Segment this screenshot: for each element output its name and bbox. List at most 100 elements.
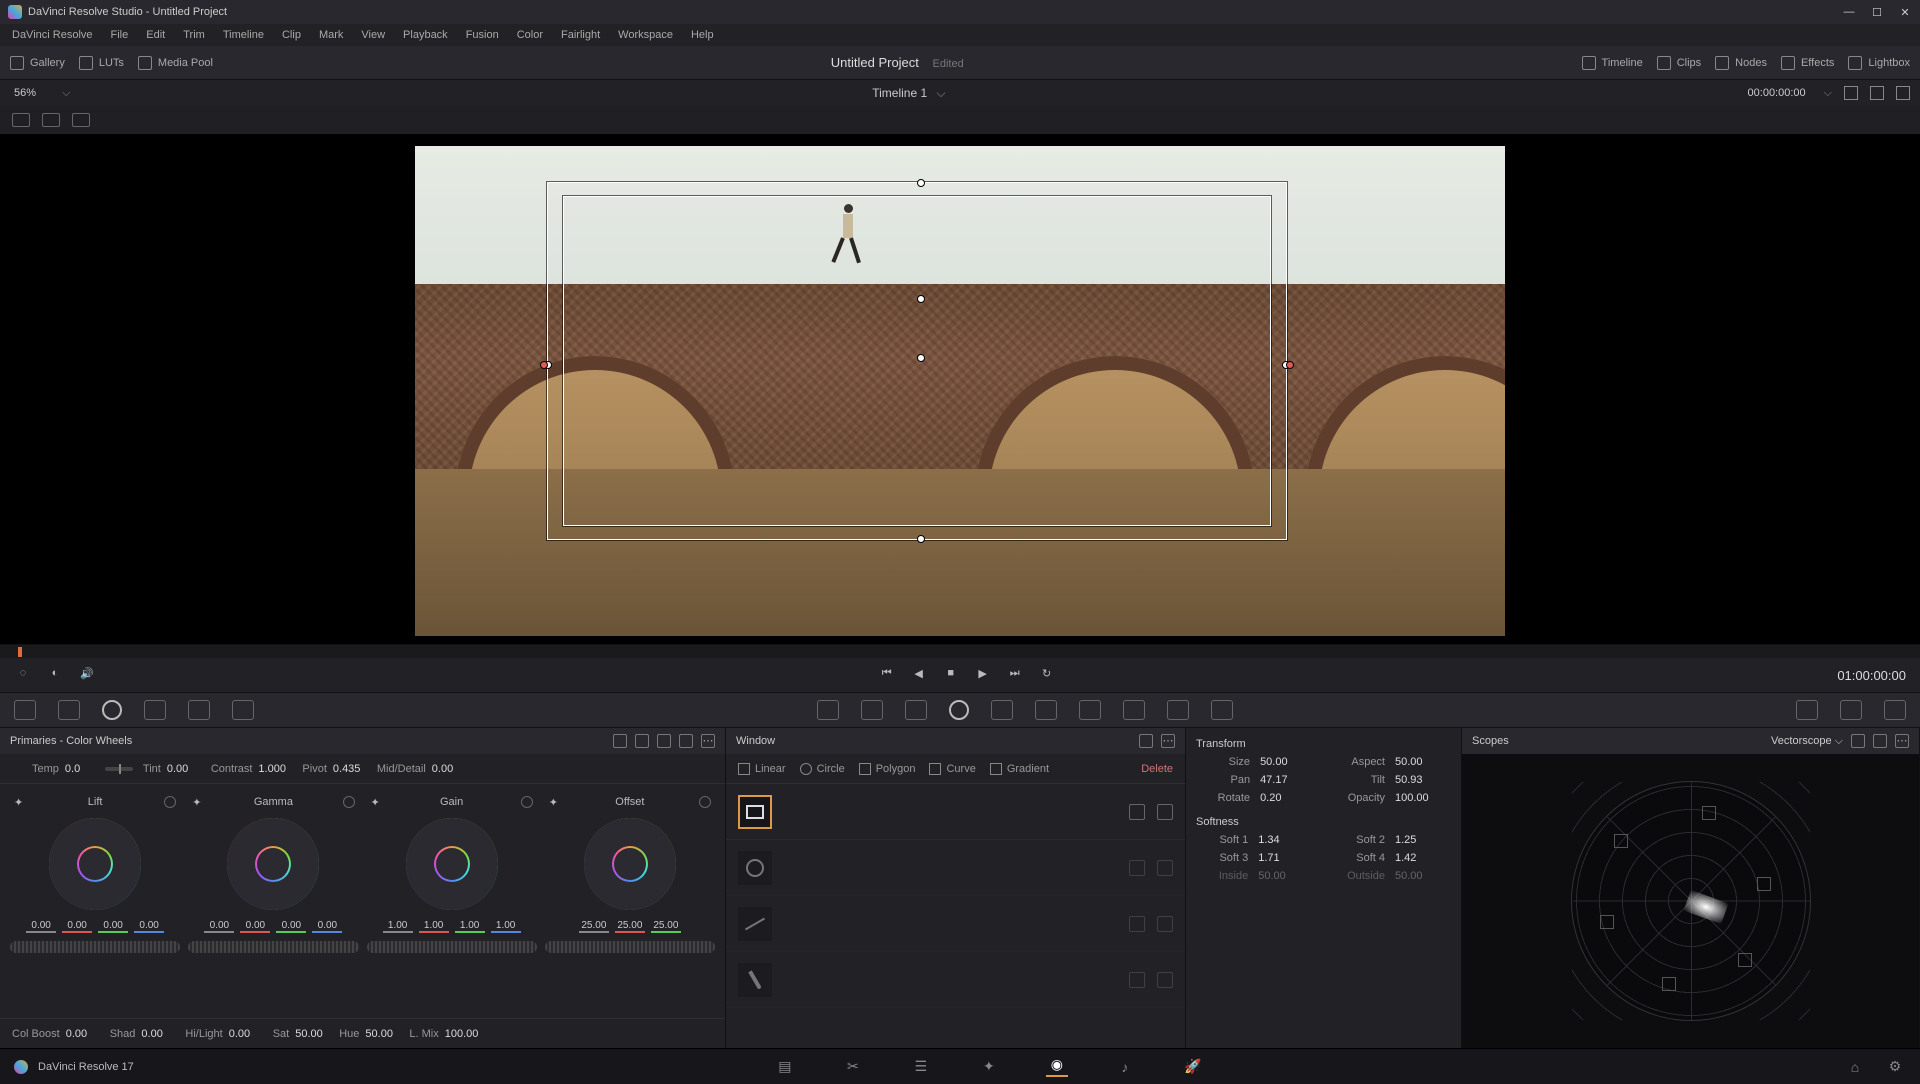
gamma-picker-icon[interactable]: ✦ — [192, 796, 204, 808]
mask-subtract-icon[interactable] — [1157, 804, 1173, 820]
page-media[interactable]: ▤ — [774, 1057, 796, 1077]
playhead[interactable] — [18, 647, 22, 657]
window-anchor[interactable] — [917, 295, 925, 303]
tool-qualifier[interactable] — [905, 700, 927, 720]
pan-value[interactable]: 47.17 — [1260, 774, 1316, 786]
tilt-value[interactable]: 50.93 — [1395, 774, 1451, 786]
scopes-expand-icon[interactable] — [1873, 734, 1887, 748]
menu-fairlight[interactable]: Fairlight — [553, 27, 608, 43]
record-timecode[interactable]: 01:00:00:00 — [1837, 668, 1906, 683]
window-row-polygon[interactable] — [726, 896, 1185, 952]
offset-reset-icon[interactable] — [699, 796, 711, 808]
window-handle[interactable] — [917, 179, 925, 187]
window-menu-icon[interactable] — [1161, 734, 1175, 748]
viewer-tool-1[interactable] — [12, 113, 30, 127]
menu-view[interactable]: View — [353, 27, 393, 43]
menu-file[interactable]: File — [103, 27, 137, 43]
menu-edit[interactable]: Edit — [138, 27, 173, 43]
gamma-y[interactable]: 0.00 — [204, 920, 234, 933]
play-button[interactable]: ▶ — [974, 667, 992, 683]
mask-add-icon[interactable] — [1129, 804, 1145, 820]
gain-y[interactable]: 1.00 — [383, 920, 413, 933]
viewer-timecode[interactable]: 00:00:00:00 — [1748, 87, 1806, 99]
contrast-value[interactable]: 1.000 — [258, 763, 292, 775]
bypass-grades-icon[interactable]: ◌ — [14, 667, 32, 683]
tool-camera-raw[interactable] — [14, 700, 36, 720]
menu-davinci-resolve[interactable]: DaVinci Resolve — [4, 27, 101, 43]
viewer-tool-3[interactable] — [72, 113, 90, 127]
image-wipe-icon[interactable] — [1844, 86, 1858, 100]
add-linear-button[interactable]: Linear — [738, 763, 786, 775]
tool-window[interactable] — [949, 700, 969, 720]
highlight-icon[interactable] — [1896, 86, 1910, 100]
effects-button[interactable]: Effects — [1781, 56, 1834, 70]
maximize-button[interactable]: ☐ — [1870, 5, 1884, 19]
mask-subtract-icon[interactable] — [1157, 916, 1173, 932]
offset-g[interactable]: 25.00 — [615, 920, 645, 933]
menu-mark[interactable]: Mark — [311, 27, 351, 43]
menu-clip[interactable]: Clip — [274, 27, 309, 43]
timeline-button[interactable]: Timeline — [1582, 56, 1643, 70]
window-row-linear[interactable] — [726, 784, 1185, 840]
viewer-canvas[interactable] — [415, 146, 1505, 636]
power-window[interactable] — [563, 196, 1271, 526]
middetail-value[interactable]: 0.00 — [432, 763, 466, 775]
scope-mode-select[interactable]: Vectorscope ⌵ — [1771, 735, 1843, 748]
offset-wheel[interactable] — [584, 818, 676, 910]
shad-value[interactable]: 0.00 — [141, 1028, 175, 1040]
primaries-mode-log-icon[interactable] — [657, 734, 671, 748]
timeline-scrubber[interactable] — [0, 644, 1920, 658]
primaries-menu-icon[interactable] — [701, 734, 715, 748]
lmix-value[interactable]: 100.00 — [445, 1028, 479, 1040]
gain-wheel[interactable] — [406, 818, 498, 910]
gain-jog[interactable] — [367, 941, 537, 953]
menu-timeline[interactable]: Timeline — [215, 27, 272, 43]
scopes-settings-icon[interactable] — [1851, 734, 1865, 748]
tool-scopes[interactable] — [1840, 700, 1862, 720]
soft3-value[interactable]: 1.71 — [1258, 852, 1314, 864]
mask-subtract-icon[interactable] — [1157, 972, 1173, 988]
tool-tracker[interactable] — [991, 700, 1013, 720]
step-back-button[interactable]: ◀ — [910, 667, 928, 683]
lightbox-button[interactable]: Lightbox — [1848, 56, 1910, 70]
gain-b[interactable]: 1.00 — [491, 920, 521, 933]
add-circle-button[interactable]: Circle — [800, 763, 845, 775]
lift-picker-icon[interactable]: ✦ — [14, 796, 26, 808]
primaries-mode-bars-icon[interactable] — [635, 734, 649, 748]
add-gradient-button[interactable]: Gradient — [990, 763, 1049, 775]
page-color[interactable]: ◉ — [1046, 1057, 1068, 1077]
nodes-button[interactable]: Nodes — [1715, 56, 1767, 70]
mask-add-icon[interactable] — [1129, 972, 1145, 988]
tool-info[interactable] — [1884, 700, 1906, 720]
loop-button[interactable]: ↻ — [1038, 667, 1056, 683]
offset-picker-icon[interactable]: ✦ — [549, 796, 561, 808]
stop-button[interactable]: ■ — [942, 667, 960, 683]
hue-value[interactable]: 50.00 — [365, 1028, 399, 1040]
offset-r[interactable]: 25.00 — [579, 920, 609, 933]
window-handle[interactable] — [917, 535, 925, 543]
split-screen-icon[interactable] — [1870, 86, 1884, 100]
tool-color-wheels[interactable] — [102, 700, 122, 720]
pivot-value[interactable]: 0.435 — [333, 763, 367, 775]
soft1-value[interactable]: 1.34 — [1258, 834, 1314, 846]
tool-sizing[interactable] — [1167, 700, 1189, 720]
offset-jog[interactable] — [545, 941, 715, 953]
tool-magic-mask[interactable] — [1035, 700, 1057, 720]
tool-curves[interactable] — [817, 700, 839, 720]
tool-color-match[interactable] — [58, 700, 80, 720]
gamma-jog[interactable] — [188, 941, 358, 953]
offset-b[interactable]: 25.00 — [651, 920, 681, 933]
page-edit[interactable]: ☰ — [910, 1057, 932, 1077]
gamma-wheel[interactable] — [227, 818, 319, 910]
menu-playback[interactable]: Playback — [395, 27, 456, 43]
lift-r[interactable]: 0.00 — [62, 920, 92, 933]
rotate-value[interactable]: 0.20 — [1260, 792, 1316, 804]
timecode-chevron-icon[interactable]: ⌵ — [1824, 87, 1832, 100]
page-deliver[interactable]: 🚀 — [1182, 1057, 1204, 1077]
primaries-mode-wheels-icon[interactable] — [613, 734, 627, 748]
lift-reset-icon[interactable] — [164, 796, 176, 808]
window-row-curve[interactable] — [726, 952, 1185, 1008]
scopes-menu-icon[interactable] — [1895, 734, 1909, 748]
menu-help[interactable]: Help — [683, 27, 722, 43]
colboost-value[interactable]: 0.00 — [66, 1028, 100, 1040]
